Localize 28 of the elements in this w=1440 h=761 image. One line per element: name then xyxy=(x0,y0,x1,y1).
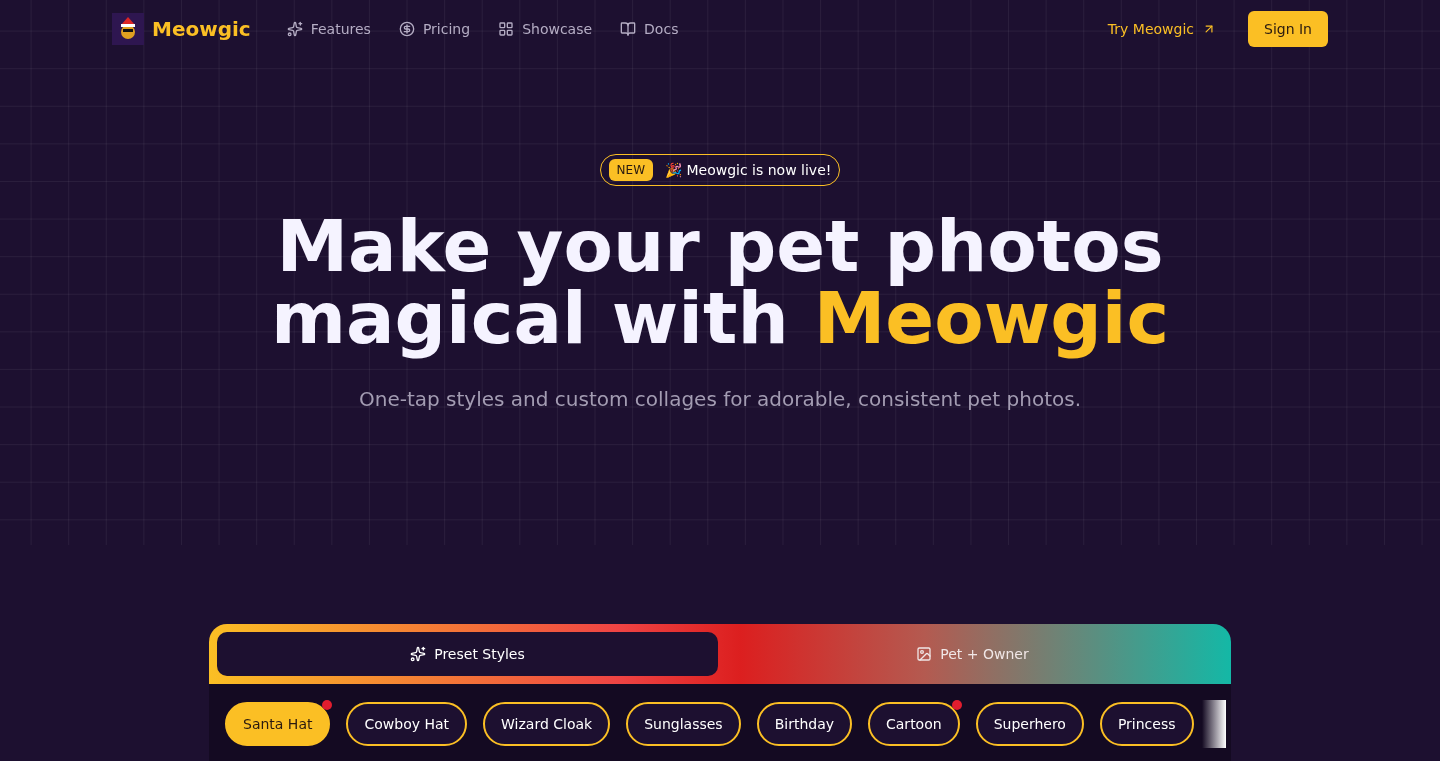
announcement-text: 🎉 Meowgic is now live! xyxy=(665,160,832,180)
nav-link[interactable]: Showcase xyxy=(498,18,593,40)
style-chip[interactable]: Princess xyxy=(1099,702,1194,747)
style-chip[interactable]: Sunglasses xyxy=(626,702,741,747)
sign-in-button[interactable]: Sign In xyxy=(1248,11,1328,48)
nav-link[interactable]: Docs xyxy=(620,18,679,40)
style-chip[interactable]: Cowboy Hat xyxy=(346,702,468,747)
style-chip[interactable]: Superhero xyxy=(975,702,1084,747)
dollar-icon xyxy=(398,21,415,38)
try-link[interactable]: Try Meowgic xyxy=(1107,18,1216,40)
style-chip[interactable]: Cartoon xyxy=(868,702,960,747)
mode-tab[interactable]: Pet + Owner xyxy=(722,632,1223,677)
sparkles-icon xyxy=(286,21,303,38)
style-chip[interactable]: Santa Hat xyxy=(225,702,331,747)
new-badge: NEW xyxy=(608,159,654,182)
image-icon xyxy=(916,646,933,663)
scroll-fade xyxy=(1201,700,1226,749)
style-chip[interactable]: Wizard Cloak xyxy=(483,702,611,747)
hero-subtitle: One-tap styles and custom collages for adorable, consistent pet photos. xyxy=(359,386,1081,414)
logo-icon[interactable] xyxy=(112,13,144,46)
nav-link[interactable]: Features xyxy=(286,18,371,40)
grid-icon xyxy=(498,21,515,38)
nav-link[interactable]: Pricing xyxy=(398,18,471,40)
mode-tab[interactable]: Preset Styles xyxy=(217,632,718,677)
sparkles-icon xyxy=(410,646,427,663)
style-chip[interactable]: Birthday xyxy=(756,702,852,747)
book-icon xyxy=(620,21,637,38)
brand-name[interactable]: Meowgic xyxy=(152,14,251,45)
